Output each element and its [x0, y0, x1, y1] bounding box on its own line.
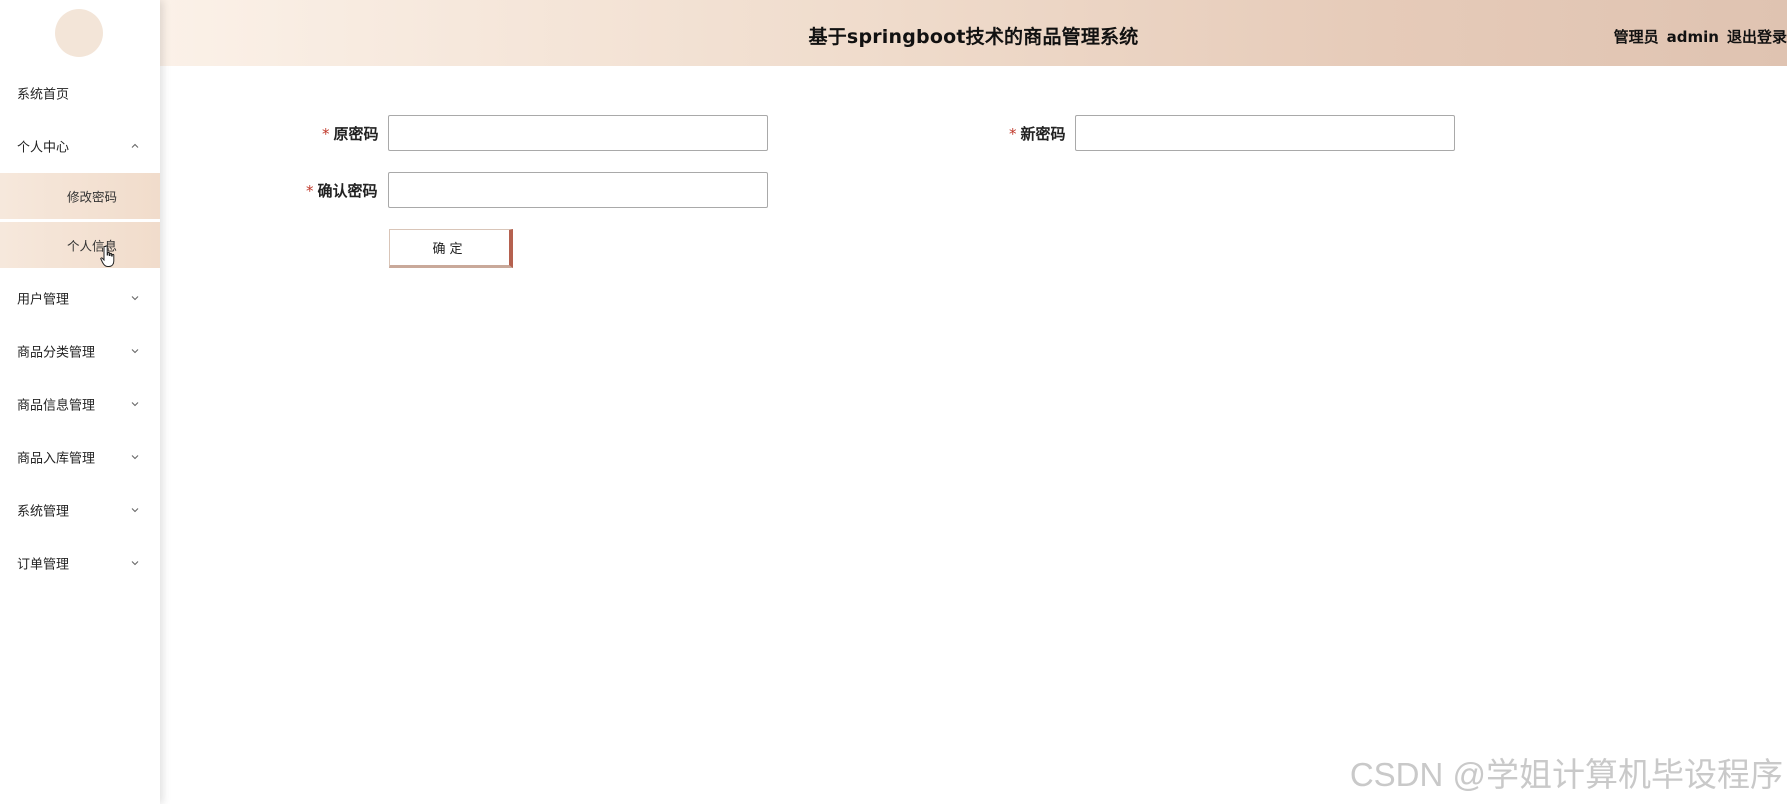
sidebar-item-label: 商品入库管理 — [17, 451, 96, 467]
username: admin — [1666, 28, 1719, 46]
avatar — [55, 9, 103, 57]
sidebar-item-label: 商品分类管理 — [17, 345, 96, 361]
new-password-input[interactable] — [1075, 115, 1455, 151]
confirm-password-label: * 确认密码 — [306, 182, 378, 200]
chevron-down-icon — [130, 346, 140, 356]
app-title: 基于springboot技术的商品管理系统 — [808, 26, 1139, 48]
sidebar-item-category-management[interactable]: 商品分类管理 — [0, 326, 160, 376]
chevron-down-icon — [130, 452, 140, 462]
old-password-input[interactable] — [388, 115, 768, 151]
confirm-password-input[interactable] — [388, 172, 768, 208]
chevron-down-icon — [130, 505, 140, 515]
sidebar-item-user-management[interactable]: 用户管理 — [0, 273, 160, 323]
sidebar-item-label: 系统管理 — [17, 504, 70, 520]
watermark: CSDN @学姐计算机毕设程序 — [1349, 756, 1783, 793]
sidebar-subitem-change-password[interactable]: 修改密码 — [0, 173, 160, 219]
hand-cursor-icon — [99, 245, 117, 269]
sidebar: 系统首页 个人中心 修改密码 个人信息 用户管理 商品分类管理 商品信息管理 商… — [0, 0, 160, 804]
new-password-label: * 新密码 — [1009, 125, 1066, 143]
user-info: 管理员 admin 退出登录 — [1606, 26, 1787, 47]
sidebar-item-label: 商品信息管理 — [17, 398, 96, 414]
sidebar-subitem-personal-info[interactable]: 个人信息 — [0, 222, 160, 268]
old-password-label: * 原密码 — [322, 125, 379, 143]
sidebar-item-personal-center[interactable]: 个人中心 — [0, 121, 160, 171]
sidebar-item-stock-in-management[interactable]: 商品入库管理 — [0, 432, 160, 482]
required-mark: * — [322, 125, 330, 143]
chevron-down-icon — [130, 293, 140, 303]
chevron-down-icon — [130, 558, 140, 568]
sidebar-item-label: 个人中心 — [17, 140, 70, 156]
sidebar-subitem-label: 修改密码 — [67, 189, 118, 205]
required-mark: * — [306, 182, 314, 200]
sidebar-item-home[interactable]: 系统首页 — [0, 68, 160, 118]
sidebar-item-system-management[interactable]: 系统管理 — [0, 485, 160, 535]
sidebar-item-product-info-management[interactable]: 商品信息管理 — [0, 379, 160, 429]
chevron-down-icon — [130, 399, 140, 409]
sidebar-item-label: 系统首页 — [17, 87, 70, 103]
sidebar-item-label: 订单管理 — [17, 557, 70, 573]
confirm-button[interactable]: 确定 — [389, 229, 513, 268]
top-header: 基于springboot技术的商品管理系统 管理员 admin 退出登录 — [160, 0, 1787, 66]
sidebar-item-label: 用户管理 — [17, 292, 70, 308]
logout-link[interactable]: 退出登录 — [1727, 28, 1787, 46]
sidebar-item-order-management[interactable]: 订单管理 — [0, 538, 160, 588]
user-role: 管理员 — [1613, 28, 1659, 46]
required-mark: * — [1009, 125, 1017, 143]
chevron-up-icon — [130, 141, 140, 151]
